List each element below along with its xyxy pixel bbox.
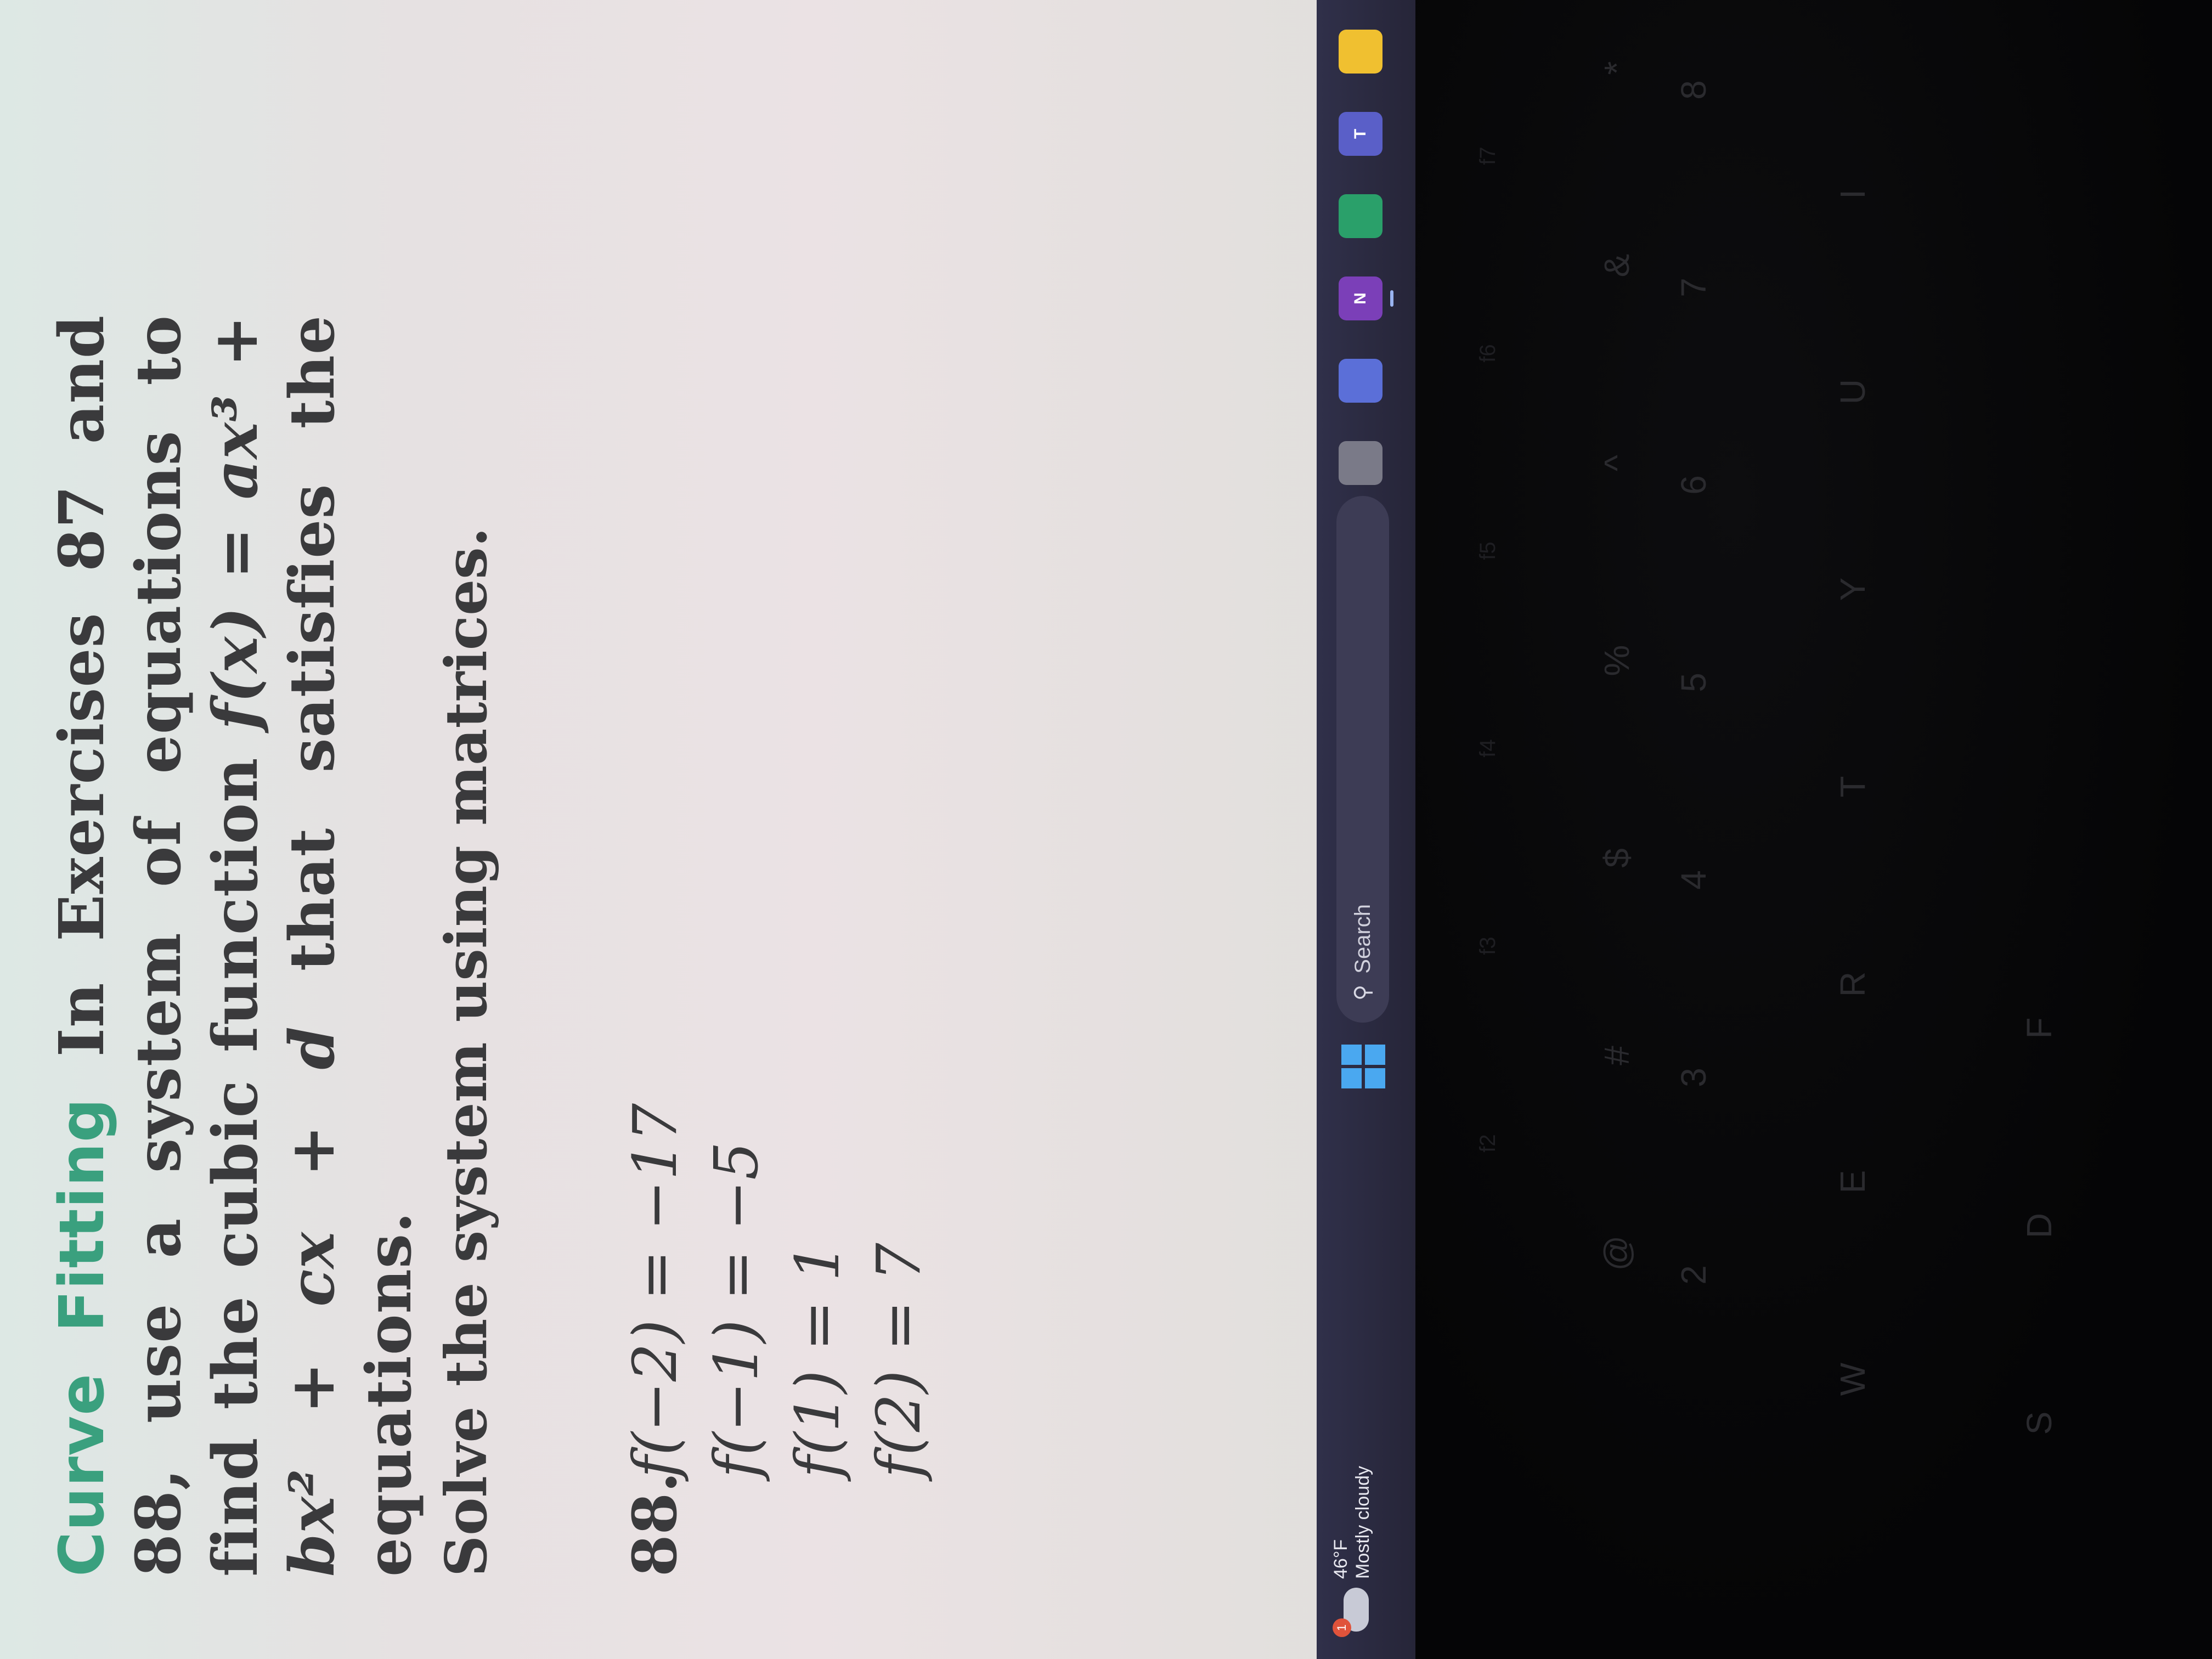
onenote-icon[interactable]: N [1339, 276, 1383, 320]
symbol-key-row: @ # $ % ^ & * [1596, 0, 1637, 1352]
taskbar-search[interactable]: ⚲ Search [1336, 496, 1389, 1023]
key-w: W [1833, 1362, 1872, 1396]
key-percent: % [1597, 645, 1637, 676]
key-f: F [2019, 1017, 2059, 1039]
function-key-row: f2 f3 f4 f5 f6 f7 f8 [1476, 0, 1500, 1242]
equation-row: f(−1) = −5 [696, 315, 777, 1577]
number-key-row: 2 3 4 5 6 7 8 [1673, 0, 1714, 1374]
key-y: Y [1833, 577, 1872, 601]
key-u: U [1833, 379, 1872, 405]
weather-widget[interactable]: 1 46°F Mostly cloudy [1330, 1466, 1374, 1637]
camera-app-icon[interactable] [1339, 359, 1383, 403]
key-ampersand: & [1597, 253, 1637, 278]
edge-icon[interactable] [1339, 194, 1383, 238]
key-f3: f3 [1476, 936, 1500, 955]
windows-start-icon[interactable] [1341, 1045, 1385, 1088]
laptop-keyboard: f2 f3 f4 f5 f6 f7 f8 @ # $ % ^ & * 2 3 4 [1415, 0, 2212, 1659]
key-4: 4 [1674, 870, 1713, 890]
section-label: Curve Fitting [47, 1097, 118, 1577]
key-8: 8 [1674, 80, 1713, 100]
weather-temperature: 46°F [1330, 1539, 1351, 1579]
key-caret: ^ [1597, 454, 1637, 472]
equation-2: f(−1) = −5 [701, 1142, 771, 1478]
search-label: Search [1350, 904, 1375, 974]
teams-icon[interactable]: T [1339, 112, 1383, 156]
key-asterisk: * [1597, 61, 1637, 75]
equation-row: f(2) = 7 [858, 315, 939, 1577]
key-e: E [1833, 1170, 1872, 1194]
cloud-icon: 1 [1333, 1588, 1371, 1637]
key-3: 3 [1674, 1068, 1713, 1087]
equation-4: f(2) = 7 [864, 1243, 934, 1478]
key-5: 5 [1674, 673, 1713, 692]
key-hash: # [1597, 1046, 1637, 1065]
problem-intro: Curve Fitting In Exercises 87 and 88, us… [44, 315, 428, 1577]
key-f2: f2 [1476, 1134, 1500, 1153]
key-7: 7 [1674, 278, 1713, 297]
file-explorer-icon[interactable] [1339, 30, 1383, 74]
home-key-row: S D F [2019, 929, 2059, 1522]
textbook-content: Curve Fitting In Exercises 87 and 88, us… [44, 315, 939, 1577]
key-f5: f5 [1476, 541, 1500, 560]
key-i: I [1833, 189, 1872, 199]
key-6: 6 [1674, 475, 1713, 495]
key-f4: f4 [1476, 739, 1500, 758]
equation-row: 88. f(−2) = −17 [614, 315, 696, 1577]
key-t: T [1833, 776, 1872, 798]
notification-badge: 1 [1333, 1618, 1351, 1637]
equation-row: f(1) = 1 [777, 315, 858, 1577]
key-f6: f6 [1476, 344, 1500, 363]
key-r: R [1833, 971, 1872, 997]
instruction-text: Solve the system using matrices. [432, 527, 500, 1577]
key-at: @ [1597, 1235, 1637, 1271]
monitor-display: Curve Fitting In Exercises 87 and 88, us… [0, 0, 1459, 1659]
windows-taskbar: 1 46°F Mostly cloudy ⚲ Search N T [1317, 0, 1415, 1659]
exercise-number: 88. [619, 1471, 690, 1577]
letter-key-row: W E R T Y U I [1832, 95, 1873, 1478]
exercise-88: 88. f(−2) = −17 f(−1) = −5 f(1) = 1 f(2)… [614, 315, 939, 1577]
search-icon: ⚲ [1351, 984, 1375, 1001]
key-2: 2 [1674, 1265, 1713, 1285]
textbook-page: Curve Fitting In Exercises 87 and 88, us… [0, 0, 1361, 1659]
task-view-icon[interactable] [1339, 441, 1383, 485]
key-d: D [2019, 1212, 2059, 1239]
equation-3: f(1) = 1 [782, 1243, 853, 1478]
equation-1: f(−2) = −17 [620, 1103, 690, 1478]
key-f8: f8 [1476, 0, 1500, 57]
laptop-screen: Curve Fitting In Exercises 87 and 88, us… [0, 0, 2212, 1659]
key-dollar: $ [1597, 848, 1637, 868]
key-s: S [2019, 1411, 2059, 1435]
weather-condition: Mostly cloudy [1352, 1466, 1373, 1579]
key-f7: f7 [1476, 146, 1500, 165]
taskbar-apps: N T W [1339, 0, 1383, 485]
